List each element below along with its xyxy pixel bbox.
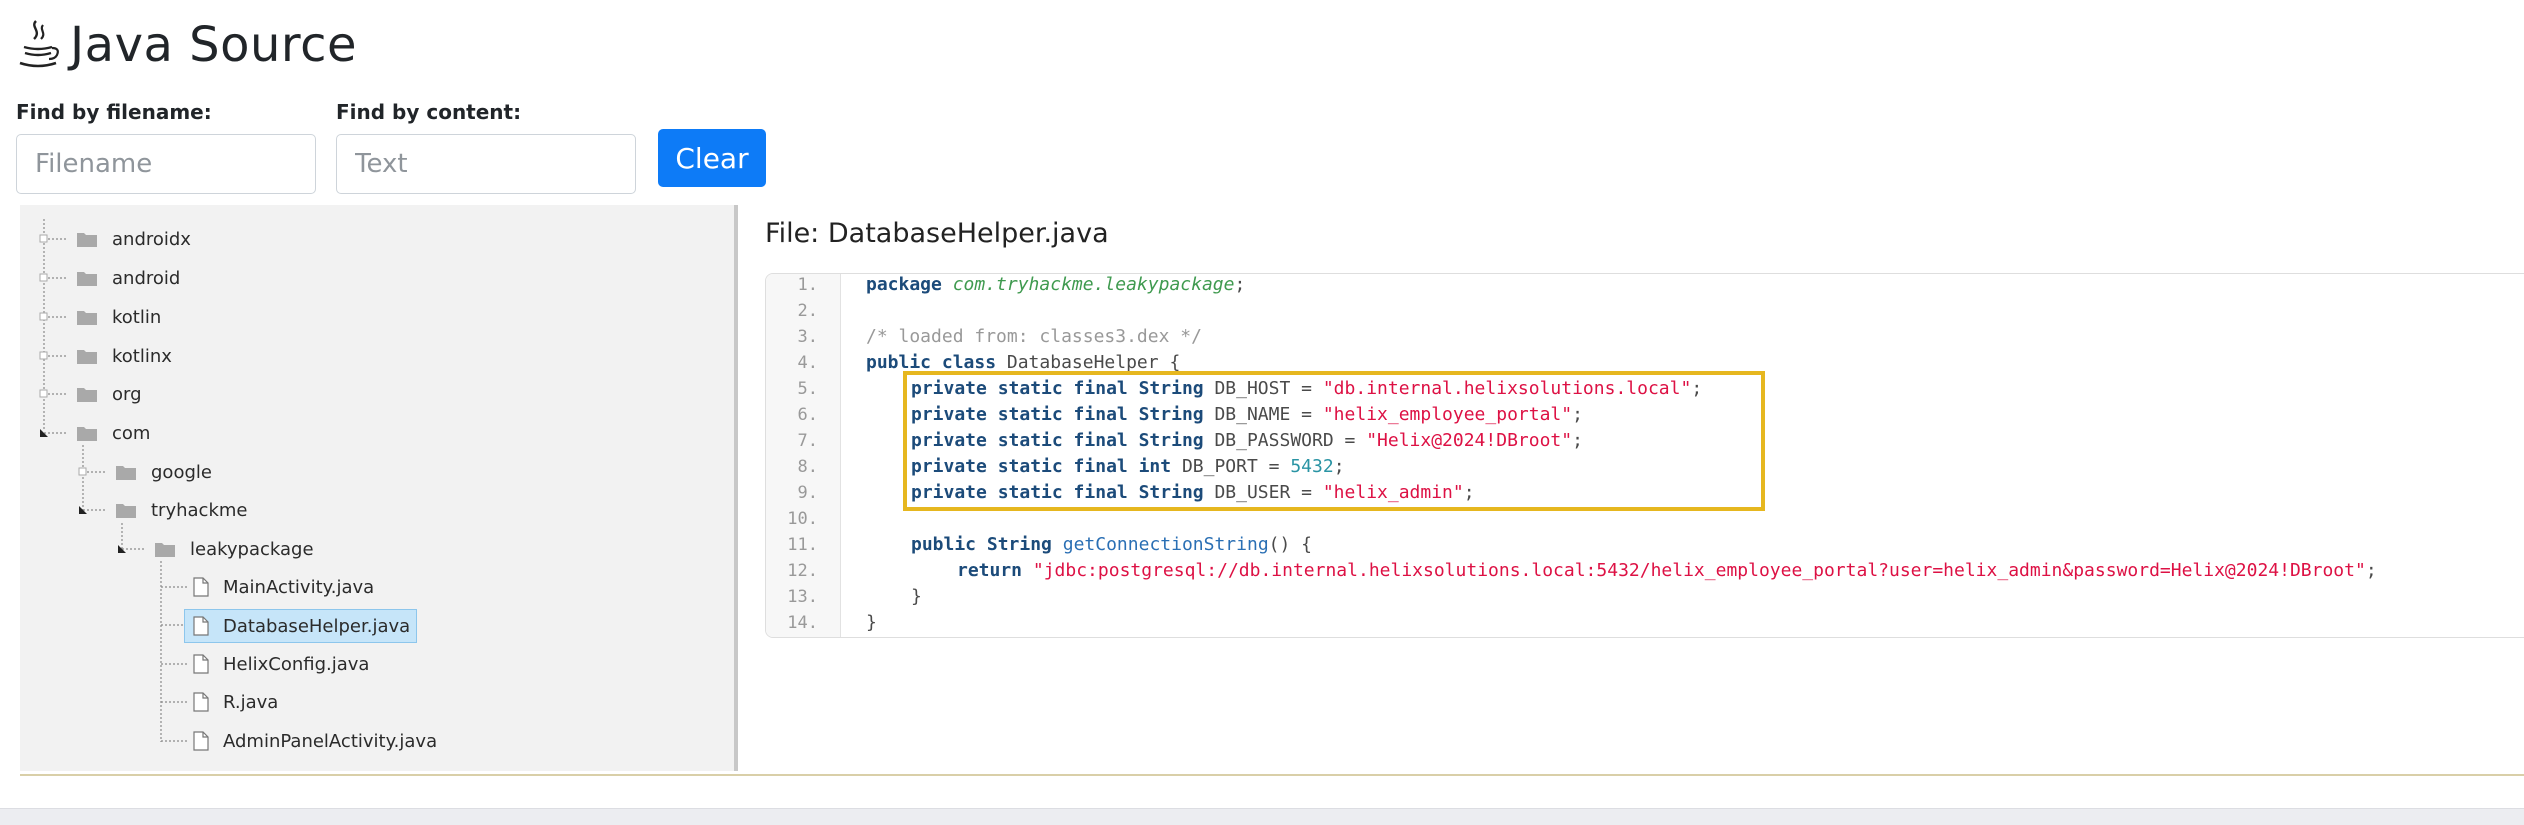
file-icon (193, 731, 209, 751)
tree-folder-kotlinx[interactable]: kotlinx (76, 340, 172, 372)
folder-icon (77, 350, 97, 364)
page-title: Java Source (70, 17, 358, 73)
tree-folder-com[interactable]: com (76, 417, 150, 449)
folder-icon (77, 272, 97, 286)
code-punct: ; (1234, 274, 1246, 295)
bottom-divider (20, 774, 2524, 776)
content-search-input[interactable] (336, 134, 636, 194)
filename-search-label: Find by filename: (16, 100, 212, 124)
code-line-4: public class DatabaseHelper { (866, 352, 1180, 373)
line-number-gutter: 1. 2. 3. 4. 5. 6. 7. 8. 9. 10. 11. 12. 1… (766, 274, 841, 637)
tree-folder-leakypackage[interactable]: leakypackage (154, 533, 314, 565)
folder-icon (116, 466, 136, 480)
code-text: DatabaseHelper { (996, 352, 1181, 373)
file-tree: androidx android kotlin kotlinx org com … (20, 205, 734, 771)
line-number: 1. (797, 275, 818, 295)
code-comment: /* loaded from: classes3.dex */ (866, 326, 1202, 347)
folder-icon (77, 233, 97, 247)
tree-file-mainactivity[interactable]: MainActivity.java (193, 571, 374, 603)
code-keyword: public (911, 534, 977, 555)
code-package-name: com.tryhackme.leakypackage (952, 274, 1235, 295)
code-text: } (866, 612, 877, 633)
line-number: 8. (797, 457, 818, 477)
folder-icon (77, 427, 97, 441)
tree-node-label: google (151, 461, 212, 483)
pane-splitter[interactable] (734, 205, 738, 771)
folder-icon (77, 311, 97, 325)
tree-node-label: leakypackage (190, 538, 314, 560)
tree-node-label: tryhackme (151, 499, 248, 521)
line-number: 14. (787, 613, 818, 633)
tree-node-label: androidx (112, 228, 191, 250)
line-number: 7. (797, 431, 818, 451)
code-line-13: } (911, 586, 922, 607)
code-keyword: public class (866, 352, 997, 373)
filename-search-group: Find by filename: (16, 100, 316, 194)
file-icon (193, 577, 209, 597)
file-icon (193, 616, 209, 636)
credentials-highlight-box (903, 371, 1765, 511)
tree-node-label: R.java (223, 691, 279, 713)
tree-node-label: com (112, 422, 151, 444)
tree-folder-android[interactable]: android (76, 262, 180, 294)
content-search-label: Find by content: (336, 100, 522, 124)
code-punct: ; (2365, 560, 2377, 581)
line-number: 2. (797, 301, 818, 321)
tree-node-label: HelixConfig.java (223, 653, 370, 675)
line-number: 11. (787, 535, 818, 555)
code-type: String (986, 534, 1052, 555)
code-text: } (911, 586, 922, 607)
line-number: 10. (787, 509, 818, 529)
tree-node-label: kotlin (112, 306, 162, 328)
folder-icon (116, 504, 136, 518)
folder-icon (77, 388, 97, 402)
line-number: 5. (797, 379, 818, 399)
line-number: 6. (797, 405, 818, 425)
code-line-1: package com.tryhackme.leakypackage; (866, 274, 1245, 295)
folder-icon (155, 543, 175, 557)
tree-node-label: AdminPanelActivity.java (223, 730, 438, 752)
tree-node-label: MainActivity.java (223, 576, 375, 598)
tree-folder-tryhackme[interactable]: tryhackme (115, 494, 247, 526)
code-line-14: } (866, 612, 877, 633)
code-keyword: return (957, 560, 1023, 581)
code-line-3: /* loaded from: classes3.dex */ (866, 326, 1202, 347)
file-icon (193, 692, 209, 712)
line-number: 9. (797, 483, 818, 503)
tree-node-label: org (112, 383, 142, 405)
tree-file-helixconfig[interactable]: HelixConfig.java (193, 648, 369, 680)
tree-file-databasehelper[interactable]: DatabaseHelper.java (184, 609, 418, 643)
tree-folder-org[interactable]: org (76, 378, 142, 410)
tree-folder-androidx[interactable]: androidx (76, 223, 191, 255)
line-number: 12. (787, 561, 818, 581)
tree-file-r[interactable]: R.java (193, 686, 278, 718)
file-title: File: DatabaseHelper.java (765, 218, 1109, 249)
code-keyword: package (866, 274, 942, 295)
filename-search-input[interactable] (16, 134, 316, 194)
tree-folder-kotlin[interactable]: kotlin (76, 301, 161, 333)
code-text: () { (1268, 534, 1313, 555)
code-method-name: getConnectionString (1062, 534, 1269, 555)
tree-folder-google[interactable]: google (115, 456, 212, 488)
tree-file-adminpanelactivity[interactable]: AdminPanelActivity.java (193, 725, 437, 757)
code-string: "jdbc:postgresql://db.internal.helixsolu… (1032, 560, 2366, 581)
content-search-group: Find by content: (336, 100, 636, 194)
footer-strip (0, 808, 2524, 825)
page-header: Java Source (16, 12, 357, 78)
tree-node-label: kotlinx (112, 345, 172, 367)
clear-button[interactable]: Clear (658, 129, 766, 187)
line-number: 3. (797, 327, 818, 347)
code-line-12: return "jdbc:postgresql://db.internal.he… (957, 560, 2377, 581)
code-line-11: public String getConnectionString() { (911, 534, 1312, 555)
tree-node-label: android (112, 267, 181, 289)
tree-node-label: DatabaseHelper.java (223, 615, 411, 637)
java-coffee-icon (19, 20, 59, 68)
line-number: 4. (797, 353, 818, 373)
file-icon (193, 654, 209, 674)
line-number: 13. (787, 587, 818, 607)
